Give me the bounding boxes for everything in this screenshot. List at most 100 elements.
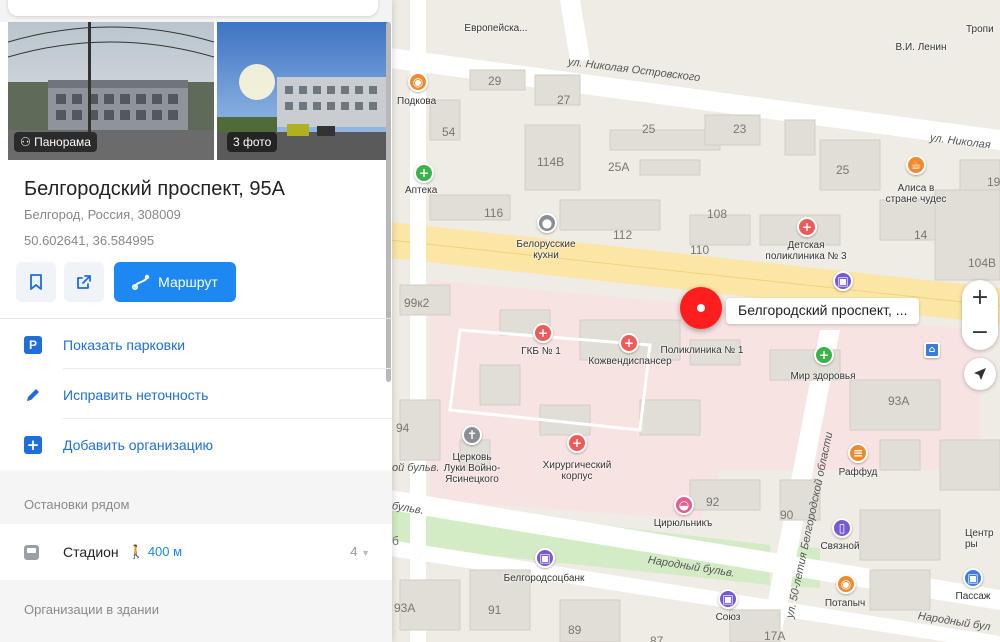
stop-routes-count[interactable]: 4 ▼ [350, 544, 370, 559]
route-icon [132, 274, 150, 290]
geolocation-button[interactable] [964, 358, 996, 390]
house-number: 104В [968, 256, 997, 270]
pencil-icon [24, 386, 42, 404]
panorama-photo[interactable]: ⚇ Панорама [8, 22, 214, 160]
poi-label-passazh[interactable]: Пассаж [956, 591, 991, 602]
house-number: 92 [706, 495, 720, 509]
zoom-in-button[interactable]: + [962, 280, 998, 315]
bus-stop-icon [24, 545, 39, 560]
poi-label-alisa[interactable]: Алиса в стране чудес [886, 183, 947, 205]
poi-label-potapych[interactable]: Потапыч [825, 598, 865, 609]
menu-item-parking[interactable]: P Показать парковки [0, 320, 392, 370]
navigation-arrow-icon [974, 368, 986, 380]
route-button[interactable]: Маршрут [114, 262, 236, 302]
restaurant-icon[interactable]: ● [537, 213, 557, 233]
poi-label-gkb[interactable]: ГКБ № 1 [521, 346, 561, 357]
house-number: 94 [396, 421, 410, 435]
share-icon [77, 275, 91, 289]
menu-item-add-org[interactable]: + Добавить организацию [0, 420, 392, 470]
house-number: 89 [568, 623, 582, 637]
burger-icon[interactable]: ≡ [848, 443, 868, 463]
nearby-stops-header: Остановки рядом [0, 470, 392, 524]
house-number: 27 [557, 93, 571, 107]
pin-label[interactable]: Белгородский проспект, ... [726, 298, 920, 324]
poi-label-tsentr[interactable]: Центр ры [965, 528, 994, 550]
hospital-icon[interactable]: + [533, 323, 553, 343]
poi-label-raffud[interactable]: Раффуд [839, 467, 878, 478]
bank-icon[interactable]: ▣ [535, 548, 555, 568]
poi-label-apteka[interactable]: Аптека [405, 185, 437, 196]
shop-icon[interactable]: ▣ [718, 589, 738, 609]
house-number: 90 [780, 508, 794, 522]
house-number: 112 [613, 228, 633, 242]
divider [63, 368, 392, 369]
mall-icon[interactable]: ▣ [963, 568, 983, 588]
section-title: Остановки рядом [24, 497, 130, 512]
routes-count-value: 4 [350, 544, 358, 559]
search-bar[interactable] [8, 0, 378, 16]
shop-icon[interactable]: ▣ [833, 271, 853, 291]
panorama-label: Панорама [34, 135, 91, 149]
house-number: 110 [690, 243, 710, 257]
zoom-out-button[interactable]: − [962, 315, 998, 350]
panorama-tag[interactable]: ⚇ Панорама [14, 132, 97, 152]
share-button[interactable] [64, 262, 104, 302]
house-number: 17А [764, 629, 786, 642]
stop-name: Стадион [63, 544, 119, 560]
house-number: 87 [650, 634, 664, 642]
photos-count-tag[interactable]: 3 фото [227, 132, 278, 152]
house-number: 29 [488, 74, 502, 88]
poi-label-svyaznoy[interactable]: Связной [820, 541, 859, 552]
menu-item-label: Показать парковки [63, 337, 186, 353]
church-icon[interactable]: ✝ [462, 425, 482, 445]
orgs-in-building-header: Организации в здании [0, 580, 392, 642]
poi-label-tserkov[interactable]: Церковь Луки Войно- Ясинецкого [444, 452, 501, 485]
hospital-icon[interactable]: + [567, 433, 587, 453]
plus-square-icon: + [24, 436, 42, 454]
action-buttons: Маршрут [16, 262, 236, 302]
poi-label-tsiryul[interactable]: Цирюльникъ [654, 518, 713, 529]
location-pin[interactable] [680, 287, 722, 329]
divider [63, 418, 392, 419]
poi-label-polik1[interactable]: Поликлиника № 1 [661, 345, 744, 356]
house-number: 25А [608, 160, 630, 174]
phone-shop-icon[interactable]: ▯ [832, 518, 852, 538]
place-coordinates[interactable]: 50.602641, 36.584995 [24, 233, 154, 248]
cafe-icon[interactable]: ☕ [906, 155, 926, 175]
poi-label-mir[interactable]: Мир здоровья [790, 371, 855, 382]
poi-label-europe[interactable]: Европейска... [464, 23, 527, 34]
poi-label-kozhven[interactable]: Кожвендиспансер [588, 356, 671, 367]
house-number: 25 [642, 122, 656, 136]
house-number: 114В [537, 155, 565, 169]
poi-label-khirurg[interactable]: Хирургический корпус [543, 460, 612, 482]
house-number: 108 [707, 207, 728, 221]
poi-label-podkova[interactable]: Подкова [397, 96, 436, 107]
hospital-icon[interactable]: + [619, 333, 639, 353]
pharmacy-icon[interactable]: + [814, 345, 834, 365]
bus-stop-icon[interactable]: ⌂ [924, 342, 940, 358]
clinic-icon[interactable]: + [797, 217, 817, 237]
poi-label-soyuz[interactable]: Союз [716, 612, 741, 623]
food-icon[interactable]: ◉ [836, 574, 856, 594]
place-title: Белгородский проспект, 95А [24, 178, 286, 200]
poi-label-detskaya[interactable]: Детская поликлиника № 3 [765, 240, 846, 262]
poi-label-belor[interactable]: Белорусские кухни [516, 239, 575, 261]
house-number: 116 [484, 206, 504, 220]
bookmark-button[interactable] [16, 262, 56, 302]
stop-item[interactable]: Стадион 🚶 400 м 4 ▼ [0, 524, 392, 580]
bookmark-icon [30, 274, 42, 290]
pharmacy-icon[interactable]: + [414, 163, 434, 183]
menu-item-fix[interactable]: Исправить неточность [0, 370, 392, 420]
house-number: 99к2 [404, 296, 430, 310]
barber-icon[interactable]: ◒ [674, 495, 694, 515]
poi-label-tropic[interactable]: Тропи [966, 24, 994, 35]
street-photo[interactable]: 3 фото [217, 22, 388, 160]
food-icon[interactable]: ◉ [408, 72, 428, 92]
street-label-oy-bulv: ой бульв. [392, 462, 440, 474]
house-number: 93А [394, 601, 416, 615]
place-address: Белгород, Россия, 308009 [24, 207, 181, 222]
poi-label-lenin[interactable]: В.И. Ленин [896, 42, 947, 53]
poi-label-belgorodsoc[interactable]: Белгородсоцбанк [504, 573, 585, 584]
walk-distance: 🚶 400 м [128, 544, 182, 560]
house-number: б [392, 534, 399, 548]
